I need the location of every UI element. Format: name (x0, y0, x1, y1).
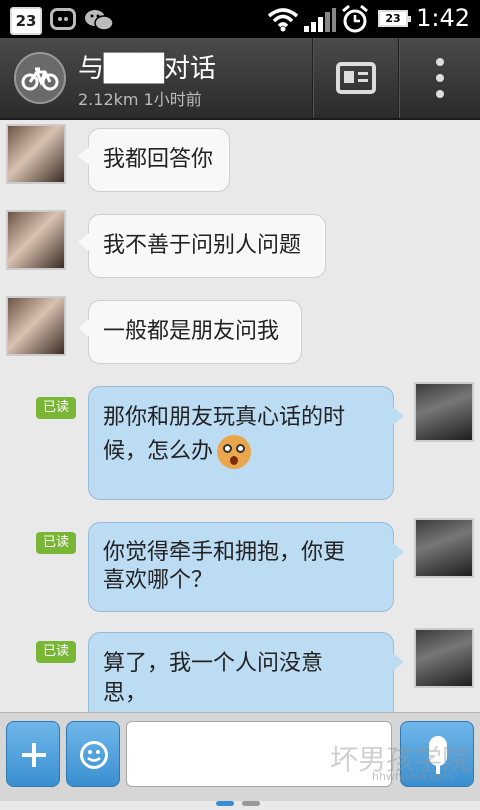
distance-time-subtitle: 2.12km 1小时前 (78, 90, 202, 109)
shocked-face-emoji (217, 435, 252, 469)
message-text: 一般都是朋友问我 (103, 319, 280, 344)
bicycle-glyph-icon (21, 67, 59, 91)
add-attachment-button[interactable] (6, 721, 60, 787)
my-avatar[interactable] (414, 518, 474, 578)
read-status-badge: 已读 (36, 641, 76, 663)
emoji-button[interactable] (66, 721, 120, 787)
calendar-icon: 23 (10, 7, 42, 35)
outgoing-message-bubble[interactable]: 那你和朋友玩真心话的时 候，怎么办 (88, 386, 404, 500)
clock: 1:42 (416, 4, 470, 32)
page-indicator (216, 791, 268, 810)
page-dot (242, 801, 260, 806)
read-status-badge: 已读 (36, 532, 76, 554)
page-title: 与███对话 (78, 54, 216, 84)
message-text-line-content: 候，怎么办 (103, 439, 214, 464)
watermark-url: hhwhome.com (372, 770, 454, 783)
message-text-line: 你觉得牵手和拥抱，你更 (103, 540, 346, 565)
my-avatar[interactable] (414, 628, 474, 688)
smiley-face-glyph (87, 750, 101, 762)
message-text-line: 那你和朋友玩真心话的时 (103, 405, 346, 430)
chat-header: 与███对话 2.12km 1小时前 (0, 38, 480, 120)
more-options-button[interactable] (400, 38, 480, 118)
divider (312, 38, 313, 118)
wechat-icon (85, 10, 114, 31)
divider (398, 38, 399, 118)
incoming-message-bubble[interactable]: 一般都是朋友问我 (78, 300, 302, 364)
contact-avatar[interactable] (6, 296, 66, 356)
read-status-badge: 已读 (36, 397, 76, 419)
message-text-line: 喜欢哪个？ (103, 568, 214, 593)
chat-message-list[interactable]: 我都回答你 我不善于问别人问题 一般都是朋友问我 已读 那你和朋友玩真心话的时 … (0, 120, 480, 712)
my-avatar[interactable] (414, 382, 474, 442)
message-text-line: 思， (103, 681, 148, 706)
outgoing-message-bubble[interactable]: 你觉得牵手和拥抱，你更 喜欢哪个？ (88, 522, 404, 612)
profile-button[interactable] (314, 38, 398, 118)
qq-icon (50, 8, 76, 30)
contact-avatar[interactable] (6, 210, 66, 270)
more-vertical-icon (436, 58, 444, 98)
status-bar: 23 23 1:42 (0, 0, 480, 38)
message-text-line: 候，怎么办 (103, 435, 379, 469)
profile-card-icon (336, 62, 376, 94)
signal-icon (304, 8, 336, 32)
outgoing-message-bubble[interactable]: 算了，我一个人问没意 思， (88, 632, 404, 712)
message-text-line: 算了，我一个人问没意 (103, 651, 324, 676)
bicycle-icon[interactable] (14, 52, 66, 104)
incoming-message-bubble[interactable]: 我不善于问别人问题 (78, 214, 326, 278)
message-text: 我不善于问别人问题 (103, 233, 302, 258)
battery-icon: 23 (378, 10, 411, 27)
page-dot-active (216, 801, 234, 806)
incoming-message-bubble[interactable]: 我都回答你 (78, 128, 230, 192)
message-text: 我都回答你 (103, 147, 214, 172)
alarm-icon (342, 5, 368, 33)
wifi-icon (267, 8, 299, 32)
contact-avatar[interactable] (6, 124, 66, 184)
